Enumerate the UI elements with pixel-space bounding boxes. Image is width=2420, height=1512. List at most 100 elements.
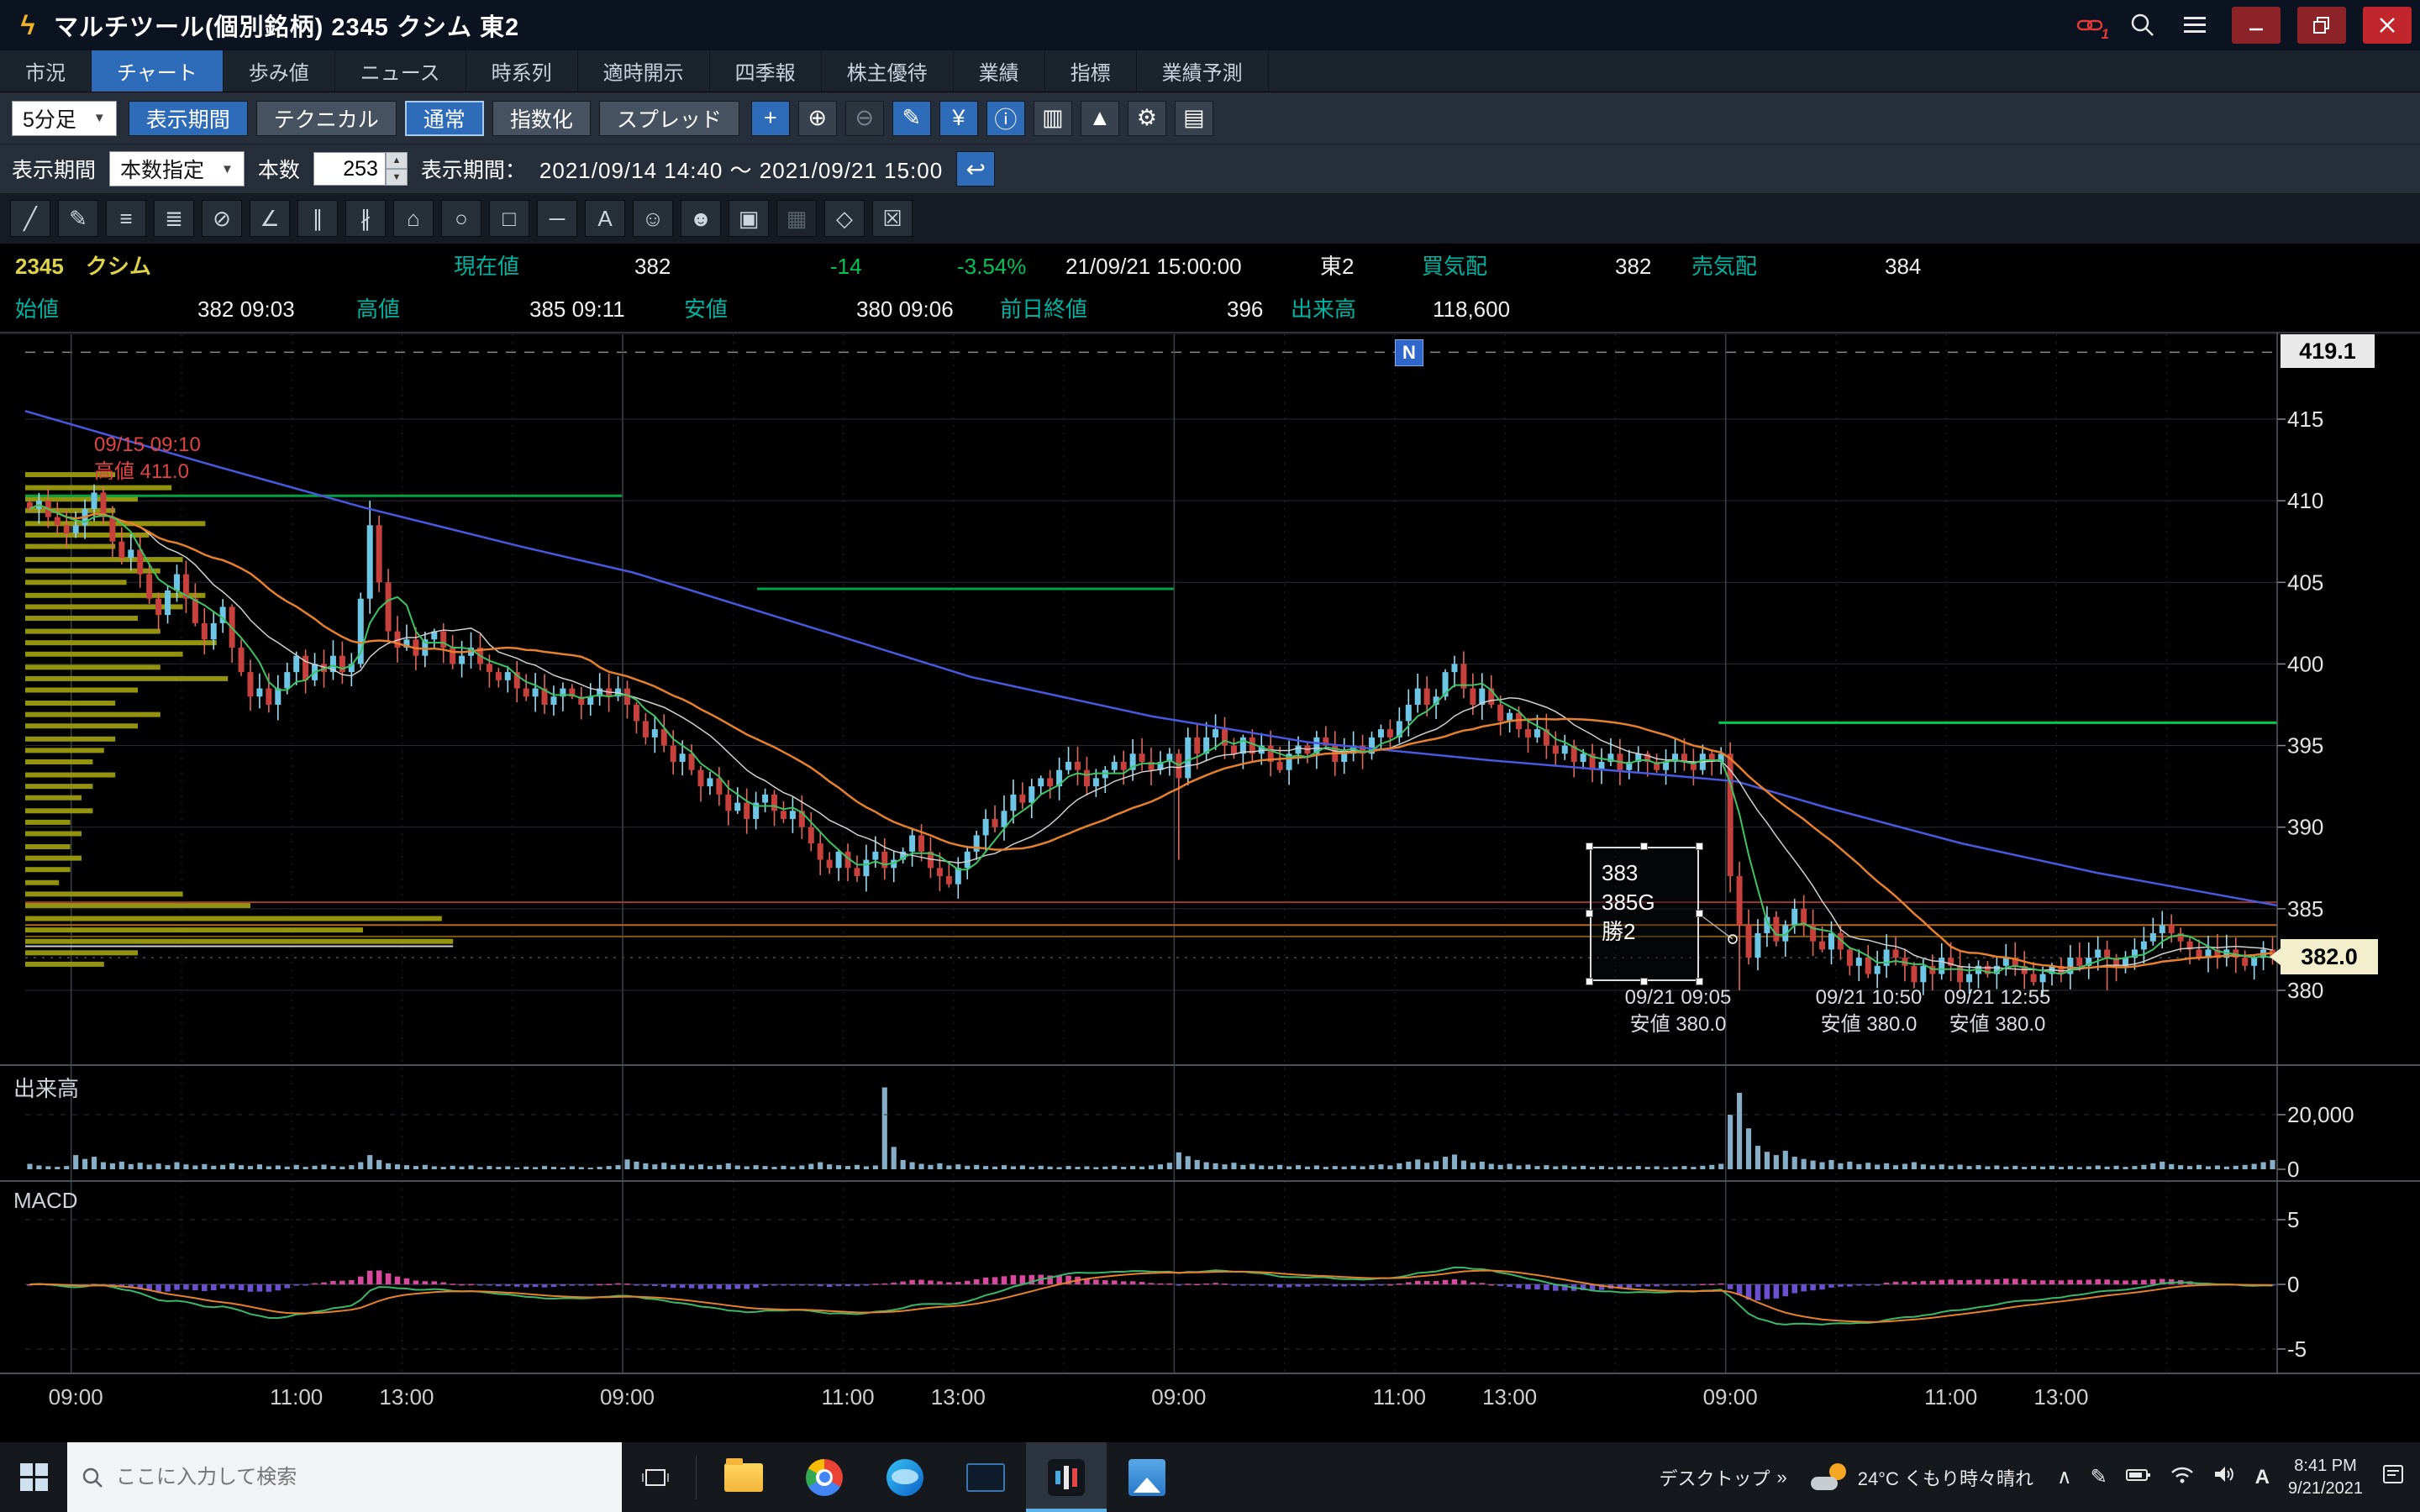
- tab-disclosure[interactable]: 適時開示: [578, 50, 710, 92]
- speaker-icon[interactable]: [2213, 1464, 2237, 1490]
- hidden-icons-button[interactable]: ∧: [2057, 1465, 2072, 1489]
- area-chart-icon[interactable]: ▲: [1081, 101, 1119, 136]
- task-view-button[interactable]: [622, 1442, 689, 1512]
- taskbar-chrome[interactable]: [784, 1442, 865, 1512]
- spread-button[interactable]: スプレッド: [599, 101, 739, 136]
- pen-icon[interactable]: ✎: [2091, 1465, 2107, 1489]
- svg-text:11:00: 11:00: [821, 1384, 874, 1410]
- angle-line-icon[interactable]: ∠: [250, 200, 290, 237]
- draw-pencil-icon[interactable]: ✎: [892, 101, 931, 136]
- close-button[interactable]: [2363, 7, 2412, 44]
- count-mode-select[interactable]: 本数指定 ▼: [109, 151, 245, 186]
- search-icon[interactable]: [2123, 8, 2163, 43]
- tab-indicators[interactable]: 指標: [1045, 50, 1137, 92]
- tab-chart[interactable]: チャート: [92, 50, 224, 92]
- start-button[interactable]: [0, 1442, 67, 1512]
- info-icon[interactable]: ⓘ: [986, 101, 1025, 136]
- resize-handle[interactable]: [1696, 843, 1703, 850]
- restore-button[interactable]: [2297, 7, 2346, 44]
- v-lines-icon[interactable]: ∥: [297, 200, 338, 237]
- copy-tool-icon[interactable]: ▣: [729, 200, 769, 237]
- taskbar-edge[interactable]: [865, 1442, 945, 1512]
- resize-handle[interactable]: [1696, 910, 1703, 917]
- yen-scale-icon[interactable]: ¥: [939, 101, 978, 136]
- print-icon[interactable]: ▤: [1175, 101, 1213, 136]
- timeframe-select[interactable]: 5分足 ▼: [12, 101, 117, 136]
- zoom-in-icon[interactable]: ⊕: [798, 101, 837, 136]
- minimize-button[interactable]: [2232, 7, 2281, 44]
- tab-results[interactable]: 業績: [954, 50, 1045, 92]
- note-line: 勝2: [1602, 917, 1697, 947]
- eraser-icon[interactable]: ◇: [824, 200, 865, 237]
- taskbar-search[interactable]: [67, 1442, 622, 1512]
- open-label: 始値: [15, 290, 59, 328]
- pen-icon[interactable]: ✎: [58, 200, 98, 237]
- taskbar-clock[interactable]: 8:41 PM 9/21/2021: [2288, 1455, 2363, 1500]
- chart-note-box[interactable]: 383 385G 勝2: [1590, 847, 1699, 981]
- stock-code-name: 2345 クシム: [15, 244, 151, 290]
- bar-count-input[interactable]: [313, 152, 386, 186]
- resize-handle[interactable]: [1640, 843, 1648, 850]
- tab-tick[interactable]: 歩み値: [224, 50, 335, 92]
- tab-news[interactable]: ニュース: [335, 50, 466, 92]
- normal-button[interactable]: 通常: [405, 101, 484, 136]
- taskbar-trading-app[interactable]: [1026, 1442, 1107, 1512]
- link-icon[interactable]: 1: [2070, 8, 2111, 43]
- resize-handle[interactable]: [1586, 843, 1593, 850]
- search-icon: [81, 1466, 104, 1489]
- ellipse-icon[interactable]: ○: [441, 200, 481, 237]
- taskbar-photos[interactable]: [1107, 1442, 1187, 1512]
- resize-handle[interactable]: [1586, 978, 1593, 985]
- weather-widget[interactable]: 24°C くもり時々晴れ: [1811, 1463, 2033, 1492]
- display-period-button[interactable]: 表示期間: [129, 101, 248, 136]
- indexed-button[interactable]: 指数化: [492, 101, 591, 136]
- taskbar-file-explorer[interactable]: [703, 1442, 784, 1512]
- tab-shikiho[interactable]: 四季報: [710, 50, 822, 92]
- prev-close-label: 前日終値: [1000, 290, 1087, 328]
- news-marker[interactable]: N: [1395, 339, 1423, 366]
- tab-timeseries[interactable]: 時系列: [466, 50, 578, 92]
- technical-button[interactable]: テクニカル: [256, 101, 397, 136]
- photos-icon: [1128, 1459, 1165, 1496]
- desktop-toolbar[interactable]: デスクトップ »: [1659, 1464, 1786, 1491]
- fan-lines-icon[interactable]: ∦: [345, 200, 386, 237]
- polygon-icon[interactable]: ⌂: [393, 200, 434, 237]
- count-down-button[interactable]: ▼: [386, 169, 408, 186]
- tab-benefits[interactable]: 株主優待: [822, 50, 954, 92]
- count-up-button[interactable]: ▲: [386, 152, 408, 169]
- low-value: 380 09:06: [856, 290, 954, 328]
- chart-style-icon[interactable]: ▥: [1034, 101, 1072, 136]
- icon-stamp-icon[interactable]: ☺: [633, 200, 673, 237]
- rectangle-icon[interactable]: □: [489, 200, 529, 237]
- search-input[interactable]: [116, 1466, 587, 1489]
- svg-text:380: 380: [2287, 978, 2323, 1003]
- ime-indicator[interactable]: A: [2255, 1466, 2270, 1489]
- taskbar-monitor-app[interactable]: [945, 1442, 1026, 1512]
- zoom-out-icon[interactable]: ⊖: [845, 101, 884, 136]
- action-center-icon[interactable]: [2381, 1463, 2405, 1491]
- clear-all-icon[interactable]: ☒: [872, 200, 913, 237]
- price-chart[interactable]: 41541040540039539038538020,000050-509:00…: [0, 333, 2420, 1420]
- text-tool-icon[interactable]: A: [585, 200, 625, 237]
- menu-icon[interactable]: [2175, 8, 2215, 43]
- chart-region: 41541040540039539038538020,000050-509:00…: [0, 332, 2420, 1420]
- h-line-icon[interactable]: ─: [537, 200, 577, 237]
- low-label: 安値: [684, 290, 728, 328]
- h-levels-icon[interactable]: ≡: [106, 200, 146, 237]
- trend-line-icon[interactable]: ╱: [10, 200, 50, 237]
- resize-handle[interactable]: [1586, 910, 1593, 917]
- settings-wrench-icon[interactable]: ⚙: [1128, 101, 1166, 136]
- icon-stamp-2-icon[interactable]: ☻: [681, 200, 721, 237]
- fib-circle-icon[interactable]: ⊘: [202, 200, 242, 237]
- tab-forecast[interactable]: 業績予測: [1137, 50, 1269, 92]
- wifi-icon[interactable]: [2170, 1465, 2195, 1489]
- ask-value: 384: [1885, 244, 1921, 290]
- battery-icon[interactable]: [2126, 1466, 2151, 1489]
- h-levels-2-icon[interactable]: ≣: [154, 200, 194, 237]
- grid-tool-icon[interactable]: ▦: [776, 200, 817, 237]
- volume-label: 出来高: [1291, 290, 1356, 328]
- reset-period-button[interactable]: ↩: [956, 151, 995, 186]
- tab-market[interactable]: 市況: [0, 50, 92, 92]
- svg-text:11:00: 11:00: [1924, 1384, 1977, 1410]
- crosshair-add-icon[interactable]: +: [751, 101, 790, 136]
